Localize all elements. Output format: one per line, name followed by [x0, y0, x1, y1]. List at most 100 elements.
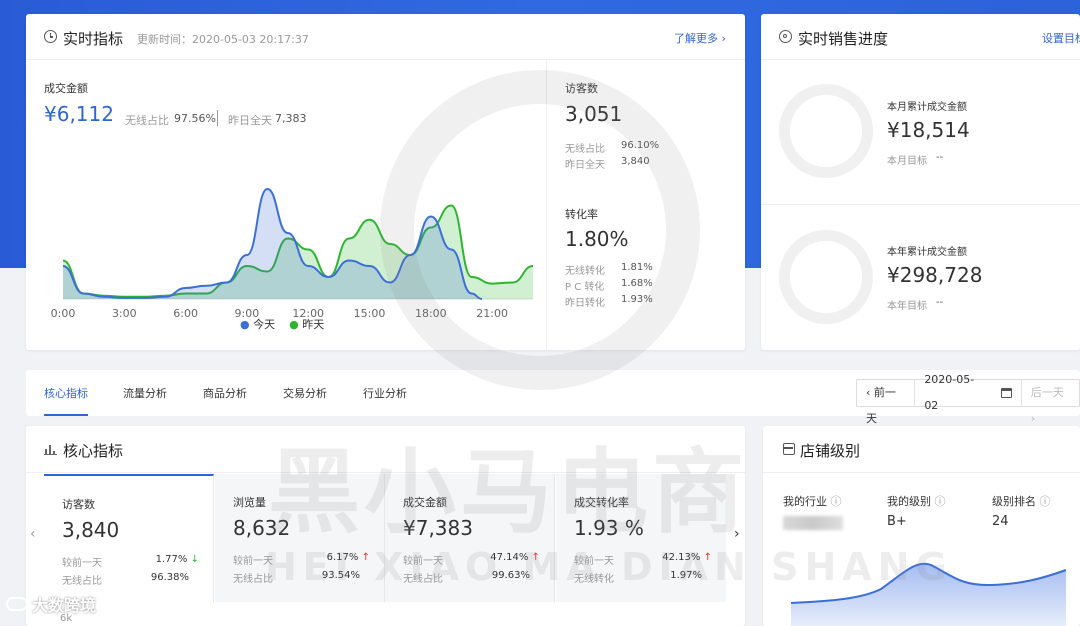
x-tick-label: 3:00: [112, 307, 137, 320]
realtime-title: 实时指标: [63, 30, 124, 48]
conv-wireless-value: 1.81%: [621, 262, 653, 273]
conversion-value: 1.80%: [565, 227, 629, 251]
next-day-button[interactable]: 后一天 ›: [1022, 380, 1079, 425]
metric-gmv[interactable]: 成交金额 ¥7,383 较前一天 47.14% ↑ 无线占比 99.63%: [385, 474, 555, 602]
conv-yesterday-label: 昨日转化: [565, 298, 605, 309]
share-value: 93.54%: [321, 570, 360, 581]
gmv-separator: [217, 110, 218, 126]
compare-value: 1.77%: [155, 554, 188, 565]
conversion-label: 转化率: [565, 208, 598, 221]
share-label: 无线占比: [233, 574, 273, 585]
year-goal-value: --: [936, 297, 944, 308]
tab-core-metrics[interactable]: 核心指标: [44, 385, 88, 416]
date-picker[interactable]: 2020-05-02: [915, 373, 1022, 412]
level-trend-chart: [791, 562, 1066, 626]
header-divider: [763, 472, 1080, 473]
conv-pc-value: 1.68%: [621, 278, 653, 289]
gmv-yesterday-value: 7,383: [275, 112, 307, 125]
x-tick-label: 21:00: [476, 307, 508, 320]
industry-label: 我的行业 ⓘ: [783, 495, 842, 508]
metric-label: 浏览量: [233, 496, 266, 509]
compare-value: 47.14%: [490, 552, 529, 563]
gmv-yesterday-label: 昨日全天: [228, 114, 272, 127]
tab-traffic[interactable]: 流量分析: [123, 385, 167, 401]
metric-value: 8,632: [233, 516, 291, 540]
metric-label: 成交转化率: [574, 496, 629, 509]
share-label: 无线占比: [403, 574, 443, 585]
target-icon: [779, 30, 792, 43]
shop-icon: [783, 443, 795, 455]
legend-today[interactable]: ● 今天: [240, 316, 275, 332]
corner-watermark: 大数跨境: [6, 592, 96, 616]
metric-conversion[interactable]: 成交转化率 1.93 % 较前一天 42.13% ↑ 无线转化 1.97%: [556, 474, 726, 602]
industry-value-blurred: [783, 516, 843, 530]
gmv-label: 成交金额: [44, 82, 88, 95]
x-tick-label: 15:00: [354, 307, 386, 320]
scroll-left-arrow[interactable]: ‹: [30, 526, 36, 542]
visitors-label: 访客数: [565, 82, 598, 95]
year-progress-ring: [779, 230, 873, 324]
metric-value: 3,840: [62, 518, 120, 542]
header-divider: [26, 59, 745, 60]
set-goal-link[interactable]: 设置目标: [1042, 30, 1080, 46]
chart-legend: ● 今天 ● 昨天: [240, 316, 324, 332]
compare-value: 42.13%: [662, 552, 701, 563]
month-goal-value: --: [936, 152, 944, 163]
realtime-chart: 0:00 3:00 6:00 9:00 12:00 15:00 18:00 21:00: [51, 187, 534, 320]
share-label: 无线转化: [574, 574, 614, 585]
x-tick-label: 0:00: [51, 307, 76, 320]
learn-more-link[interactable]: 了解更多 ›: [674, 30, 726, 46]
tab-products[interactable]: 商品分析: [203, 385, 247, 401]
year-goal-label: 本年目标: [887, 301, 927, 312]
month-progress-ring: [779, 84, 873, 178]
compare-label: 较前一天: [233, 556, 273, 567]
x-tick-label: 18:00: [415, 307, 447, 320]
compare-label: 较前一天: [62, 558, 102, 569]
visitors-yesterday-label: 昨日全天: [565, 160, 605, 171]
header-divider: [26, 472, 745, 473]
conv-pc-label: P C 转化: [565, 282, 605, 293]
help-icon[interactable]: ⓘ: [831, 495, 842, 508]
gmv-wireless-label: 无线占比: [125, 114, 169, 127]
visitors-value: 3,051: [565, 102, 623, 126]
level-value: B+: [887, 514, 907, 529]
compare-label: 较前一天: [403, 556, 443, 567]
rank-label: 级别排名 ⓘ: [992, 495, 1051, 508]
header-divider: [761, 59, 1080, 60]
metric-visitors[interactable]: 访客数 3,840 较前一天 1.77% ↓ 无线占比 96.38%: [44, 474, 214, 602]
compare-label: 较前一天: [574, 556, 614, 567]
metric-label: 访客数: [62, 498, 95, 511]
date-value: 2020-05-02: [924, 373, 975, 412]
section-divider: [761, 204, 1080, 205]
shop-level-card: 店铺级别 我的行业 ⓘ 我的级别 ⓘ B+ 级别排名 ⓘ 24: [763, 426, 1080, 626]
month-label: 本月累计成交金额: [887, 102, 967, 113]
month-goal-label: 本月目标: [887, 156, 927, 167]
legend-yesterday[interactable]: ● 昨天: [289, 316, 324, 332]
vertical-divider: [546, 60, 547, 350]
tab-transactions[interactable]: 交易分析: [283, 385, 327, 401]
visitors-yesterday-value: 3,840: [621, 156, 650, 167]
rank-value: 24: [992, 514, 1009, 529]
gmv-wireless-value: 97.56%: [174, 112, 216, 125]
conv-wireless-label: 无线转化: [565, 266, 605, 277]
gmv-value: ¥6,112: [44, 102, 114, 126]
update-time: 更新时间：2020-05-03 20:17:37: [137, 33, 309, 46]
year-value: ¥298,728: [887, 263, 983, 287]
realtime-card: 实时指标 更新时间：2020-05-03 20:17:37 了解更多 › 成交金…: [26, 14, 745, 350]
metric-pageviews[interactable]: 浏览量 8,632 较前一天 6.17% ↑ 无线占比 93.54%: [215, 474, 385, 602]
help-icon[interactable]: ⓘ: [935, 495, 946, 508]
sales-progress-card: 实时销售进度 设置目标 本月累计成交金额 ¥18,514 本月目标 -- 本年累…: [761, 14, 1080, 350]
tab-industry[interactable]: 行业分析: [363, 385, 407, 401]
month-value: ¥18,514: [887, 118, 970, 142]
year-label: 本年累计成交金额: [887, 247, 967, 258]
visitors-wireless-value: 96.10%: [621, 140, 660, 151]
up-arrow-icon: ↑: [703, 552, 712, 563]
help-icon[interactable]: ⓘ: [1040, 495, 1051, 508]
visitors-wireless-label: 无线占比: [565, 144, 605, 155]
sales-progress-title: 实时销售进度: [798, 30, 889, 48]
compare-value: 6.17%: [326, 552, 359, 563]
share-value: 96.38%: [150, 572, 189, 583]
scroll-right-arrow[interactable]: ›: [734, 526, 740, 542]
prev-day-button[interactable]: ‹ 前一天: [857, 380, 916, 425]
shop-level-title: 店铺级别: [800, 442, 861, 460]
